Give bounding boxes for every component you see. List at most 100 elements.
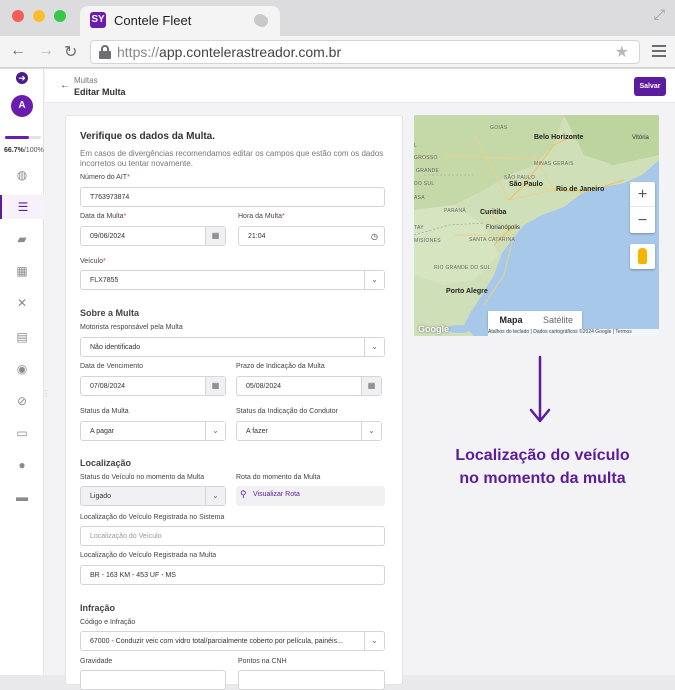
- map-caption: Localização do veículo no momento da mul…: [430, 444, 655, 490]
- browser-tab[interactable]: SY Contele Fleet: [80, 6, 280, 36]
- chevron-down-icon[interactable]: ⌄: [361, 422, 381, 440]
- map-city-label: Belo Horizonte: [534, 134, 584, 141]
- maximize-window-button[interactable]: [54, 10, 66, 22]
- status-select[interactable]: A pagar ⌄: [80, 421, 226, 441]
- map-label-partial: GRANDE: [416, 168, 440, 174]
- status-indicacao-select[interactable]: A fazer ⌄: [236, 421, 382, 441]
- map-type-satellite-button[interactable]: Satélite: [534, 311, 582, 329]
- contele-logo-icon: SY: [90, 12, 106, 28]
- map-label-partial: GROSSO: [414, 155, 438, 161]
- car-icon[interactable]: ▰: [0, 227, 44, 251]
- save-button[interactable]: Salvar: [634, 77, 666, 96]
- target-icon[interactable]: ◉: [0, 357, 44, 381]
- prazo-input[interactable]: 05/08/2024 ▦: [236, 376, 382, 396]
- id-card-icon[interactable]: ▭: [0, 421, 44, 445]
- globe-icon[interactable]: ◍: [0, 163, 44, 187]
- loc-sistema-input[interactable]: Localização do Veículo: [80, 526, 385, 546]
- ait-label: Número do AIT*: [80, 174, 130, 181]
- reload-icon[interactable]: ↻: [64, 42, 77, 62]
- expand-sidebar-icon[interactable]: ➜: [16, 72, 28, 84]
- receipt-icon[interactable]: ▤: [0, 325, 44, 349]
- map-type-map-button[interactable]: Mapa: [488, 311, 534, 329]
- gravidade-label: Gravidade: [80, 658, 113, 665]
- map-label-state: MINAS GERAIS: [534, 161, 574, 167]
- calendar-icon[interactable]: ▦: [205, 227, 225, 245]
- localizacao-section-title: Localização: [80, 458, 132, 468]
- map-city-label: Vitória: [632, 135, 649, 141]
- caption-line-1: Localização do veículo: [455, 447, 630, 464]
- url-field[interactable]: https://app.contelerastreador.com.br ★: [90, 40, 640, 64]
- chevron-down-icon[interactable]: ⌄: [364, 271, 384, 289]
- rota-label: Rota do momento da Multa: [236, 474, 321, 481]
- loc-sistema-label: Localização do Veículo Registrada no Sis…: [80, 514, 225, 521]
- vencimento-label: Data de Vencimento: [80, 363, 144, 370]
- bookmark-star-icon[interactable]: ★: [615, 42, 629, 62]
- calendar-icon[interactable]: ▦: [205, 377, 225, 395]
- infracao-section-title: Infração: [80, 603, 116, 613]
- lock-icon: [99, 45, 111, 59]
- loc-multa-label: Localização do Veículo Registrada na Mul…: [80, 552, 217, 559]
- map-city-label: Rio de Janeiro: [556, 186, 605, 193]
- ait-input[interactable]: T763973874: [80, 187, 385, 207]
- avatar[interactable]: A: [11, 95, 33, 117]
- clock-icon[interactable]: ◷: [371, 227, 378, 246]
- route-icon: ⚲: [240, 489, 247, 499]
- vehicle-location-map[interactable]: GOIÁS MINAS GERAIS SÃO PAULO PARANÁ SANT…: [414, 115, 659, 336]
- pontos-input[interactable]: [238, 670, 385, 690]
- map-type-control: Mapa Satélite: [488, 311, 582, 329]
- hora-multa-label: Hora da Multa*: [238, 213, 285, 220]
- codigo-select[interactable]: 67000 - Conduzir veic com vidro total/pa…: [80, 631, 385, 651]
- map-attribution[interactable]: Atalhos do teclado | Dados cartográficos…: [488, 329, 659, 336]
- expand-icon[interactable]: ⤢: [654, 6, 665, 23]
- loc-multa-input[interactable]: BR - 163 KM - 453 UF - MS: [80, 565, 385, 585]
- new-tab-button[interactable]: [254, 14, 266, 26]
- browser-menu-icon[interactable]: [652, 45, 666, 60]
- prazo-label: Prazo de Indicação da Multa: [236, 363, 325, 370]
- car-front-icon[interactable]: ▬: [0, 485, 44, 509]
- visualizar-rota-label: Visualizar Rota: [253, 491, 300, 498]
- tools-icon[interactable]: ✕: [0, 291, 44, 315]
- user-icon[interactable]: ●: [0, 453, 44, 477]
- map-label-partial: DO SUL: [414, 181, 435, 187]
- zoom-in-button[interactable]: +: [630, 182, 655, 207]
- map-label-state: MISIONES: [414, 238, 441, 244]
- breadcrumb[interactable]: Multas: [74, 76, 98, 85]
- veiculo-label: Veículo*: [80, 258, 106, 265]
- list-icon[interactable]: ☰: [0, 195, 44, 219]
- page-title: Editar Multa: [74, 87, 126, 97]
- grid-icon[interactable]: ▦: [0, 259, 44, 283]
- back-arrow-icon[interactable]: ←: [10, 42, 26, 60]
- street-view-pegman-icon[interactable]: [630, 244, 655, 269]
- codigo-label: Código e Infração: [80, 619, 136, 626]
- minimize-window-button[interactable]: [33, 10, 45, 22]
- zoom-out-button[interactable]: −: [630, 208, 655, 233]
- chevron-down-icon: ⌄: [205, 487, 225, 505]
- url-text: https://app.contelerastreador.com.br: [117, 44, 342, 60]
- data-multa-input[interactable]: 09/06/2024 ▦: [80, 226, 226, 246]
- status-veiculo-label: Status do Veículo no momento da Multa: [80, 474, 205, 481]
- chevron-down-icon[interactable]: ⌄: [205, 422, 225, 440]
- hora-multa-input[interactable]: 21:04 ◷: [238, 226, 385, 246]
- veiculo-select[interactable]: FLX7855 ⌄: [80, 270, 385, 290]
- map-label-partial: ASA: [414, 195, 425, 201]
- map-city-label: São Paulo: [509, 181, 543, 188]
- chevron-down-icon[interactable]: ⌄: [364, 632, 384, 650]
- caption-line-2: no momento da multa: [459, 470, 626, 487]
- gravidade-select[interactable]: [80, 670, 226, 690]
- back-arrow-icon[interactable]: ←: [60, 80, 70, 91]
- browser-window: SY Contele Fleet ⤢ ← → ↻ https://app.con…: [0, 0, 675, 690]
- motorista-select[interactable]: Não identificado ⌄: [80, 337, 385, 357]
- pontos-label: Pontos na CNH: [238, 658, 287, 665]
- block-icon[interactable]: ⊘: [0, 389, 44, 413]
- visualizar-rota-link[interactable]: ⚲ Visualizar Rota: [236, 486, 385, 506]
- chevron-down-icon[interactable]: ⌄: [364, 338, 384, 356]
- page-header: ← Multas Editar Multa Salvar: [45, 69, 675, 103]
- down-arrow-icon: [529, 355, 551, 423]
- map-city-label: Florianópolis: [486, 225, 521, 231]
- close-window-button[interactable]: [12, 10, 24, 22]
- forward-arrow-icon[interactable]: →: [38, 42, 54, 60]
- calendar-icon[interactable]: ▦: [361, 377, 381, 395]
- sidebar-resize-handle[interactable]: ⋮: [42, 389, 50, 398]
- onboarding-progress-text: 66.7%/100%: [4, 147, 44, 154]
- vencimento-input[interactable]: 07/08/2024 ▦: [80, 376, 226, 396]
